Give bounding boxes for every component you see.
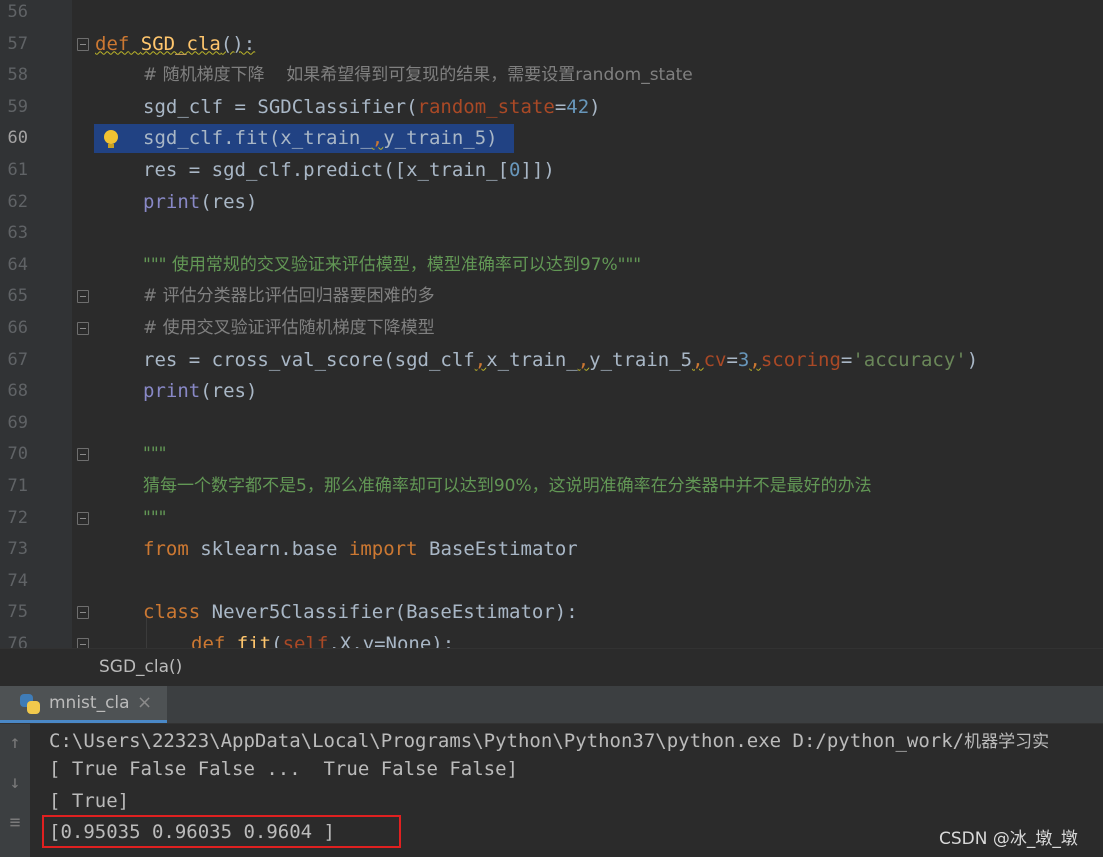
- console-toolbar: ↑ ↓ ≡: [0, 724, 30, 857]
- soft-wrap-icon[interactable]: ≡: [0, 812, 30, 833]
- code-docstring: """: [143, 507, 167, 528]
- breadcrumb[interactable]: SGD_cla(): [0, 648, 1103, 687]
- watermark: CSDN @冰_墩_墩: [939, 829, 1078, 849]
- fold-toggle-icon[interactable]: [77, 448, 89, 462]
- line-number: 66: [7, 318, 28, 338]
- fold-toggle-icon[interactable]: [77, 638, 89, 648]
- code-text: sgd_clf.fit(x_train_,y_train_5): [143, 127, 498, 150]
- code-line[interactable]: 75 class Never5Classifier(BaseEstimator)…: [0, 597, 1103, 629]
- code-comment: # 使用交叉验证评估随机梯度下降模型: [143, 318, 435, 338]
- code-docstring: """ 使用常规的交叉验证来评估模型，模型准确率可以达到97%""": [143, 254, 642, 275]
- line-number: 74: [7, 570, 28, 591]
- line-number: 59: [7, 96, 28, 117]
- fold-toggle-icon[interactable]: [77, 606, 89, 620]
- fold-toggle-icon[interactable]: [77, 37, 89, 51]
- line-number: 63: [7, 223, 28, 244]
- line-number: 76: [7, 634, 28, 648]
- code-line[interactable]: 68 print(res): [0, 376, 1103, 408]
- fold-toggle-icon[interactable]: [77, 290, 89, 304]
- code-line[interactable]: 73 from sklearn.base import BaseEstimato…: [0, 534, 1103, 566]
- scroll-up-arrow-icon[interactable]: ↑: [0, 732, 30, 753]
- line-number: 75: [7, 602, 28, 623]
- code-line[interactable]: 62 print(res): [0, 187, 1103, 219]
- code-docstring: """: [143, 444, 167, 465]
- code-text: class Never5Classifier(BaseEstimator):: [143, 601, 578, 624]
- line-number: 67: [7, 349, 28, 370]
- run-tool-window-tabs: mnist_cla ×: [0, 686, 1103, 724]
- code-line[interactable]: 67 res = cross_val_score(sgd_clf,x_train…: [0, 345, 1103, 377]
- line-number: 72: [7, 507, 28, 528]
- close-icon[interactable]: ×: [137, 692, 152, 713]
- highlight-box: [42, 815, 401, 848]
- console-output-line: [ True False False ... True False False]: [49, 758, 518, 780]
- code-text: print(res): [143, 380, 258, 403]
- tab-label: mnist_cla: [49, 693, 130, 713]
- line-number: 68: [7, 381, 28, 402]
- code-text: print(res): [143, 190, 258, 213]
- code-line[interactable]: 59 sgd_clf = SGDClassifier(random_state=…: [0, 92, 1103, 124]
- breadcrumb-item[interactable]: SGD_cla(): [99, 657, 182, 677]
- code-text: res = cross_val_score(sgd_clf,x_train_,y…: [143, 348, 979, 371]
- code-comment: # 随机梯度下降 如果希望得到可复现的结果，需要设置random_state: [143, 65, 693, 86]
- line-number: 70: [7, 444, 28, 465]
- fold-toggle-icon[interactable]: [77, 511, 89, 525]
- code-line[interactable]: 70 """: [0, 439, 1103, 471]
- code-line[interactable]: 65 # 评估分类器比评估回归器要困难的多: [0, 281, 1103, 313]
- code-docstring: 猜每一个数字都不是5，那么准确率却可以达到90%，这说明准确率在分类器中并不是最…: [143, 476, 872, 496]
- code-line[interactable]: 58 # 随机梯度下降 如果希望得到可复现的结果，需要设置random_stat…: [0, 60, 1103, 92]
- code-text: res = sgd_clf.predict([x_train_[0]]): [143, 159, 555, 181]
- code-text: def SGD_cla():: [95, 32, 256, 55]
- line-number: 62: [7, 191, 28, 212]
- line-number: 64: [7, 254, 28, 275]
- line-number: 71: [7, 476, 28, 496]
- line-number: 58: [7, 65, 28, 86]
- code-line-current[interactable]: 60 sgd_clf.fit(x_train_,y_train_5): [0, 123, 1103, 155]
- tab-mnist-cla[interactable]: mnist_cla ×: [0, 686, 167, 723]
- code-comment: # 评估分类器比评估回归器要困难的多: [143, 286, 435, 307]
- run-console[interactable]: ↑ ↓ ≡ C:\Users\22323\AppData\Local\Progr…: [0, 724, 1103, 857]
- code-line[interactable]: 61 res = sgd_clf.predict([x_train_[0]]): [0, 155, 1103, 187]
- code-text: sgd_clf = SGDClassifier(random_state=42): [143, 95, 601, 118]
- code-line[interactable]: 69: [0, 408, 1103, 440]
- line-number: 69: [7, 412, 28, 433]
- code-editor[interactable]: 56 57 def SGD_cla(): 58 # 随机梯度下降 如果希望得到可…: [0, 0, 1103, 648]
- code-line[interactable]: 76 def fit(self,X,y=None):: [0, 629, 1103, 648]
- code-line[interactable]: 63: [0, 218, 1103, 250]
- scroll-down-arrow-icon[interactable]: ↓: [0, 772, 30, 793]
- line-number: 60: [7, 128, 28, 149]
- code-line[interactable]: 57 def SGD_cla():: [0, 29, 1103, 61]
- code-line[interactable]: 66 # 使用交叉验证评估随机梯度下降模型: [0, 313, 1103, 345]
- code-line[interactable]: 74: [0, 566, 1103, 598]
- line-number: 57: [7, 33, 28, 54]
- line-number: 56: [7, 2, 28, 22]
- fold-toggle-icon[interactable]: [77, 322, 89, 335]
- console-output-line: C:\Users\22323\AppData\Local\Programs\Py…: [49, 730, 1050, 752]
- line-number: 61: [7, 160, 28, 180]
- code-line[interactable]: 56: [0, 0, 1103, 29]
- code-line[interactable]: 72 """: [0, 503, 1103, 535]
- python-icon: [20, 694, 40, 714]
- code-line[interactable]: 71 猜每一个数字都不是5，那么准确率却可以达到90%，这说明准确率在分类器中并…: [0, 471, 1103, 503]
- line-number: 73: [7, 539, 28, 560]
- code-line[interactable]: 64 """ 使用常规的交叉验证来评估模型，模型准确率可以达到97%""": [0, 250, 1103, 282]
- code-text: from sklearn.base import BaseEstimator: [143, 538, 578, 561]
- console-output-line: [ True]: [49, 790, 130, 812]
- code-text: def fit(self,X,y=None):: [191, 633, 455, 648]
- line-number: 65: [7, 286, 28, 307]
